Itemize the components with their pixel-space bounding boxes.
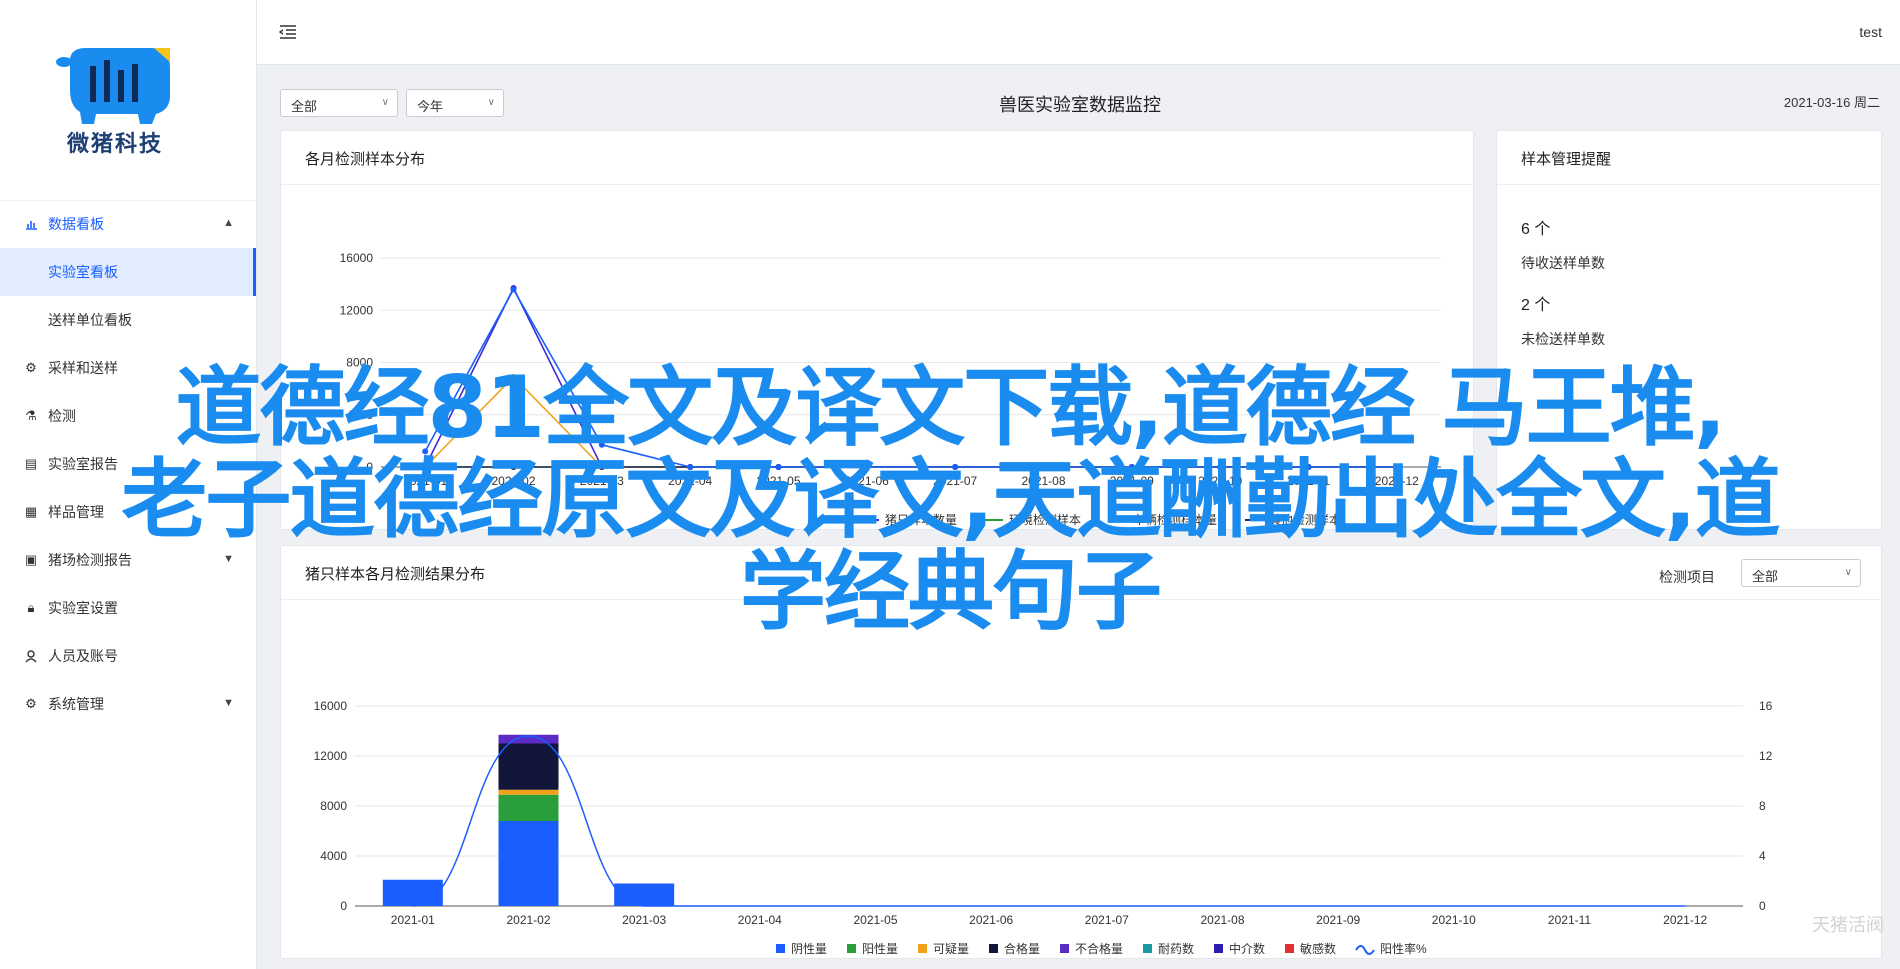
chevron-down-icon: ∨ [381, 97, 389, 108]
legend-swatch [989, 944, 998, 953]
legend-swatch [1143, 944, 1152, 953]
legend-label: 阳性量 [862, 942, 898, 956]
y-tick-label: 8000 [320, 799, 347, 813]
y2-tick-label: 8 [1759, 799, 1766, 813]
legend-swatch [776, 944, 785, 953]
overlay-text-line3: 学经典句子 [740, 542, 1162, 642]
stacked-bar-segment [382, 879, 443, 906]
sidebar-item-label: 人员及账号 [48, 648, 118, 664]
scope-select[interactable]: 全部 ∨ [280, 89, 398, 117]
legend-label: 合格量 [1004, 941, 1040, 956]
x-tick-label: 2021-07 [1085, 913, 1129, 927]
sidebar-item-label: 实验室看板 [48, 264, 118, 280]
stacked-bar-segment [498, 743, 559, 790]
bar-chart-icon [24, 217, 38, 231]
chevron-down-icon: ∨ [487, 97, 495, 108]
period-select-value: 今年 [417, 99, 444, 114]
x-tick-label: 2021-03 [622, 913, 666, 927]
legend-swatch [1355, 945, 1375, 955]
period-select[interactable]: 今年 ∨ [406, 89, 504, 117]
pending-test-label: 未检送样单数 [1521, 331, 1605, 347]
pending-receive-count[interactable]: 6 个 [1521, 215, 1550, 239]
results-distribution-chart: 040008000120001600004812162021-01 2021-02… [314, 699, 1773, 956]
data-point [510, 286, 517, 293]
card-title: 各月检测样本分布 [281, 131, 1473, 185]
y-tick-label: 4000 [320, 849, 347, 863]
y-tick-label: 16000 [340, 251, 374, 265]
sidebar-item-users[interactable]: 人员及账号 [0, 632, 256, 680]
brand-name: 微猪科技 [66, 131, 163, 156]
user-icon [24, 649, 38, 663]
x-tick-label: 2021-11 [1548, 913, 1591, 927]
y-tick-label: 12000 [314, 749, 348, 763]
y2-tick-label: 12 [1759, 749, 1773, 763]
chevron-down-icon: ▼ [223, 697, 234, 709]
legend-swatch [1214, 944, 1223, 953]
legend-label: 可疑量 [933, 941, 969, 956]
y2-tick-label: 16 [1759, 699, 1773, 713]
menu-collapse-icon[interactable] [279, 24, 297, 40]
watermark-logo: 天猪活阀 [1812, 915, 1884, 935]
legend-label: 阳性率% [1380, 941, 1427, 956]
scope-select-value: 全部 [291, 99, 318, 114]
overlay-text-line1: 道德经81全文及译文下载,道德经 马王堆, [175, 358, 1727, 458]
x-tick-label: 2021-05 [853, 913, 897, 927]
sidebar-item-label: 系统管理 [48, 696, 104, 712]
legend-swatch [1285, 944, 1294, 953]
sidebar-item-data-dashboard[interactable]: 数据看板 ▲ [0, 200, 256, 248]
x-tick-label: 2021-01 [391, 913, 435, 927]
card-title: 样本管理提醒 [1497, 131, 1881, 185]
legend-swatch [847, 944, 856, 953]
y-tick-label: 16000 [314, 699, 348, 713]
current-date: 2021-03-16 周二 [1783, 95, 1880, 110]
x-tick-label: 2021-12 [1663, 913, 1707, 927]
legend-swatch [1060, 944, 1069, 953]
top-bar: test [257, 0, 1900, 65]
user-name[interactable]: test [1859, 24, 1882, 40]
sidebar-item-sender-dashboard[interactable]: 送样单位看板 [0, 296, 256, 344]
y-tick-label: 12000 [340, 303, 374, 317]
rate-line [412, 735, 1686, 907]
sidebar-item-system[interactable]: ⚙ 系统管理 ▼ [0, 680, 256, 728]
pending-receive-label: 待收送样单数 [1521, 255, 1605, 271]
x-tick-label: 2021-02 [506, 913, 550, 927]
stacked-bar-segment [498, 789, 559, 795]
legend-label: 耐药数 [1158, 941, 1194, 956]
legend-label: 不合格量 [1075, 941, 1123, 956]
settings-icon: ⚙ [25, 696, 37, 711]
sidebar-item-lab-dashboard[interactable]: 实验室看板 [0, 248, 256, 296]
stacked-bar-segment [498, 821, 559, 906]
x-tick-label: 2021-04 [738, 913, 782, 927]
legend-label: 阴性量 [791, 942, 827, 956]
page-title: 兽医实验室数据监控 [999, 95, 1161, 115]
logo-pig-icon [56, 48, 170, 124]
stacked-bar-segment [614, 883, 675, 906]
overlay-text-line2: 老子道德经原文及译文,天道酬勤出处全文,道 [121, 450, 1780, 550]
sidebar-item-label: 送样单位看板 [48, 312, 132, 328]
y2-tick-label: 4 [1759, 849, 1766, 863]
legend-swatch [918, 944, 927, 953]
legend-label: 中介数 [1229, 941, 1265, 956]
stacked-bar-segment [498, 794, 559, 821]
y-tick-label: 0 [340, 899, 347, 913]
x-tick-label: 2021-06 [969, 913, 1013, 927]
sidebar-item-label: 数据看板 [48, 216, 104, 232]
chevron-up-icon: ▲ [223, 217, 234, 229]
x-tick-label: 2021-10 [1432, 913, 1476, 927]
x-tick-label: 2021-09 [1316, 913, 1360, 927]
pending-test-count[interactable]: 2 个 [1521, 291, 1550, 315]
x-tick-label: 2021-08 [1200, 913, 1244, 927]
legend-label: 敏感数 [1300, 941, 1336, 956]
logo: 微猪科技 [0, 0, 256, 201]
